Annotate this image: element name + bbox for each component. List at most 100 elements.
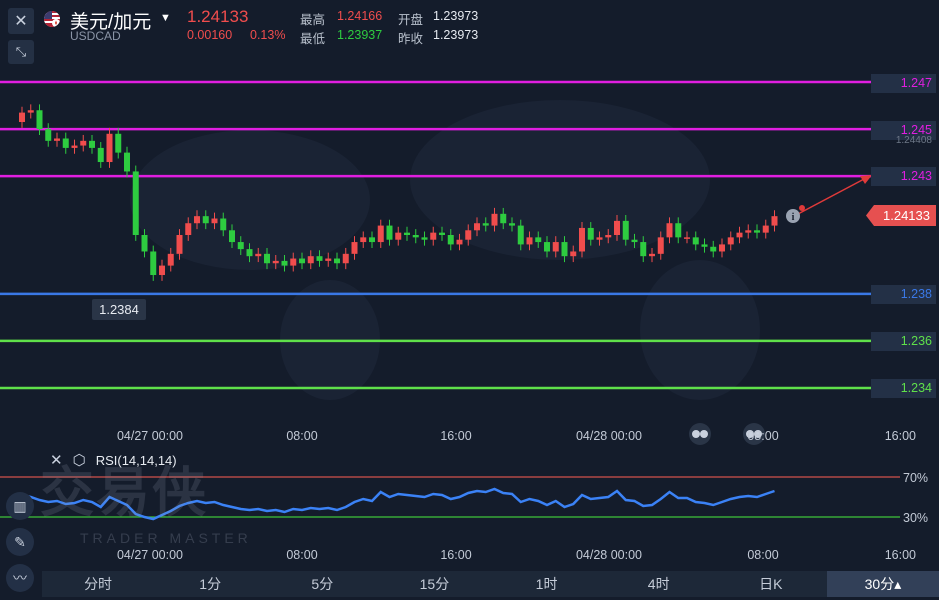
candle: [45, 129, 52, 141]
tf-tab[interactable]: 15分: [378, 571, 490, 597]
candle: [316, 256, 323, 261]
candle: [132, 171, 139, 235]
tf-tab[interactable]: 1分: [154, 571, 266, 597]
candle: [754, 230, 760, 233]
candle: [491, 213, 498, 226]
tf-tab[interactable]: 5分: [266, 571, 378, 597]
candle: [701, 244, 708, 247]
candle: [439, 232, 445, 235]
candle: [71, 145, 78, 148]
candle: [36, 110, 43, 130]
rsi-upper-label: 70%: [903, 471, 928, 485]
svg-text:i: i: [792, 212, 795, 223]
candle: [535, 237, 542, 243]
candle: [474, 223, 480, 231]
rsi-label[interactable]: RSI(14,14,14): [96, 453, 177, 468]
candle: [605, 235, 612, 238]
candle: [710, 246, 717, 252]
rsi-time-tick-label: 04/27 00:00: [117, 548, 183, 562]
tf-tab[interactable]: 4时: [603, 571, 715, 597]
candle: [509, 223, 515, 226]
candle: [544, 242, 550, 252]
trend-arrow[interactable]: [797, 175, 872, 215]
candle: [500, 213, 507, 224]
candle: [631, 239, 638, 243]
candle: [657, 237, 664, 254]
candle: [570, 251, 577, 257]
rsi-lower-label: 30%: [903, 511, 928, 525]
candle: [614, 220, 620, 235]
candle: [124, 152, 130, 172]
candle: [325, 258, 332, 261]
candle: [115, 133, 122, 153]
indicator-icon[interactable]: 〰: [6, 564, 34, 592]
settings-icon[interactable]: ⬡: [73, 451, 86, 469]
candle: [211, 218, 218, 224]
faint-price-label: 1.24408: [895, 135, 932, 146]
watermark-subtitle: TRADER MASTER: [80, 530, 252, 546]
tf-tab[interactable]: 分时: [42, 571, 154, 597]
candle: [596, 237, 603, 240]
candle: [386, 225, 393, 240]
candle: [395, 232, 402, 240]
level-tag-1238: 1.238: [871, 285, 936, 304]
rsi-time-tick-label: 04/28 00:00: [576, 548, 642, 562]
rsi-time-tick-label: 08:00: [286, 548, 317, 562]
rsi-time-tick-label: 08:00: [747, 548, 778, 562]
candle-type-icon[interactable]: ▥: [6, 492, 34, 520]
indicator-toolbar: ✕ ⬡ RSI(14,14,14): [50, 450, 177, 470]
candle: [237, 242, 244, 250]
candle: [54, 138, 60, 141]
candle: [404, 232, 410, 235]
candle: [377, 225, 384, 243]
tf-tab[interactable]: 日K: [715, 571, 827, 597]
candle: [220, 218, 227, 231]
candle: [579, 227, 585, 252]
rsi-time-tick-label: 16:00: [885, 548, 916, 562]
candle: [430, 232, 437, 240]
background-map: [130, 100, 760, 400]
level-tag-1234: 1.234: [871, 379, 936, 398]
candle: [736, 232, 743, 238]
candle: [141, 235, 148, 252]
low-marker-tag: 1.2384: [92, 299, 146, 320]
time-tick-label: 04/27 00:00: [117, 429, 183, 443]
time-tick-label: 16:00: [440, 429, 471, 443]
candle: [334, 258, 340, 264]
candle: [526, 237, 533, 245]
candle: [80, 140, 87, 146]
candle: [456, 239, 463, 245]
time-tick-label: 16:00: [885, 429, 916, 443]
candle: [421, 237, 428, 240]
tf-tab[interactable]: 1时: [491, 571, 603, 597]
time-tick-label: 04/28 00:00: [576, 429, 642, 443]
candle: [255, 253, 262, 257]
candle: [62, 138, 69, 148]
candle: [106, 133, 113, 163]
pencil-icon[interactable]: ✎: [6, 528, 34, 556]
candle: [176, 235, 183, 254]
level-tag-1236: 1.236: [871, 332, 936, 351]
compare-toggle-icon[interactable]: [689, 423, 711, 445]
tf-tab-selected[interactable]: 30分▴: [826, 571, 939, 597]
candle: [299, 258, 305, 264]
candle: [97, 147, 104, 163]
level-tag-1243: 1.243: [871, 167, 936, 186]
candle: [307, 256, 314, 264]
info-icon[interactable]: i: [786, 209, 800, 223]
candle: [482, 223, 489, 226]
last-price-tag: 1.24133: [866, 205, 936, 226]
candle: [684, 237, 690, 239]
candle: [517, 225, 524, 245]
candle: [745, 230, 752, 233]
remove-indicator-icon[interactable]: ✕: [50, 451, 63, 469]
time-tick-label: 08:00: [747, 429, 778, 443]
candle: [194, 216, 200, 224]
time-tick-label: 08:00: [286, 429, 317, 443]
rsi-time-tick-label: 16:00: [440, 548, 471, 562]
timeframe-bar: 分时 1分 5分 15分 1时 4时 日K 30分▴: [42, 571, 939, 597]
candle: [229, 230, 235, 243]
candle: [342, 253, 349, 264]
candle: [202, 216, 209, 224]
candle: [159, 265, 165, 276]
